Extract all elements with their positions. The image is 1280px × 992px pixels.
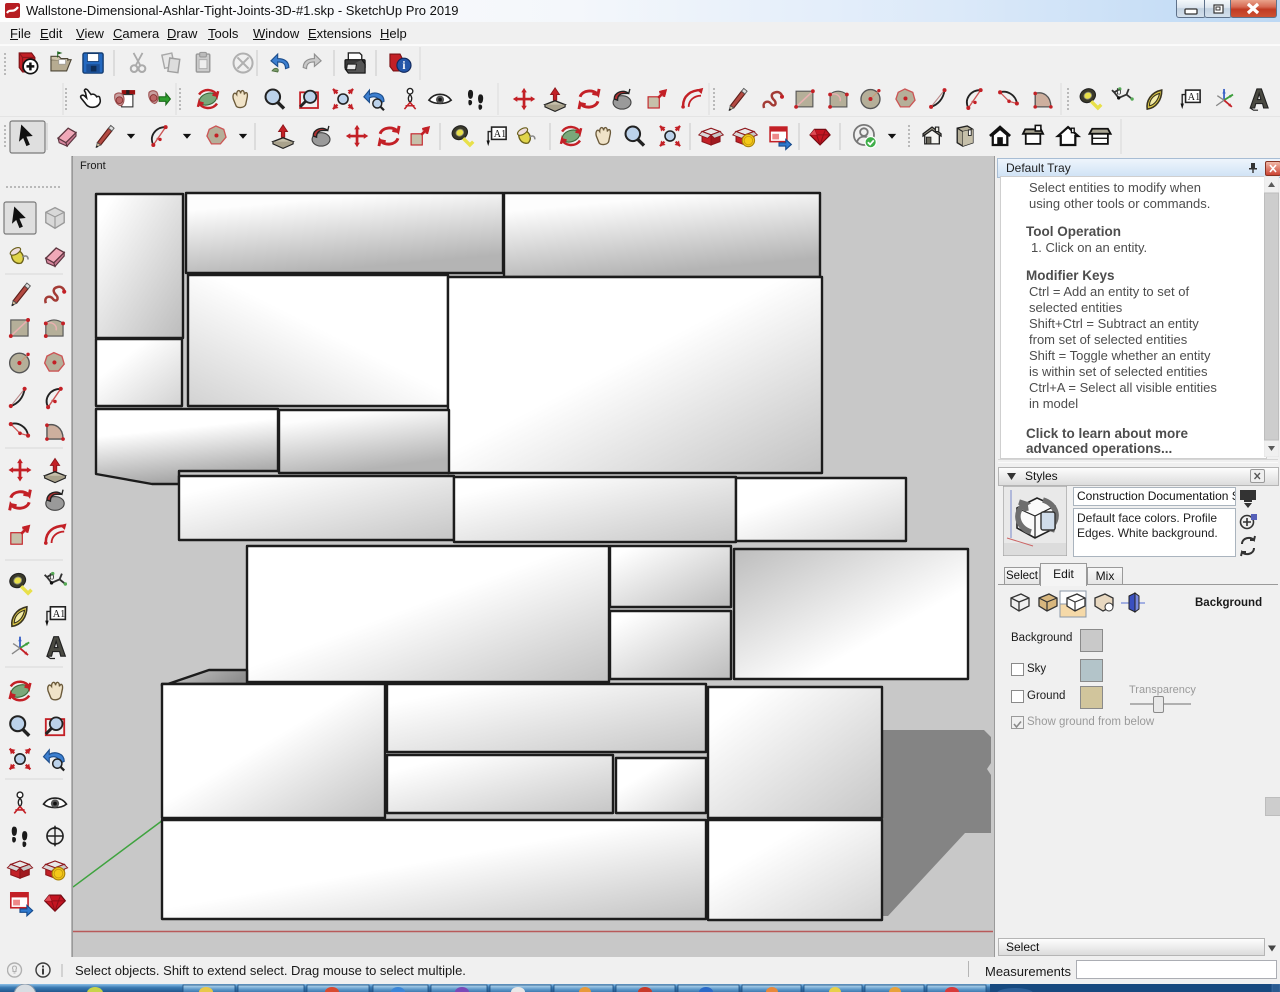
svg-text:Front: Front [80, 160, 106, 172]
